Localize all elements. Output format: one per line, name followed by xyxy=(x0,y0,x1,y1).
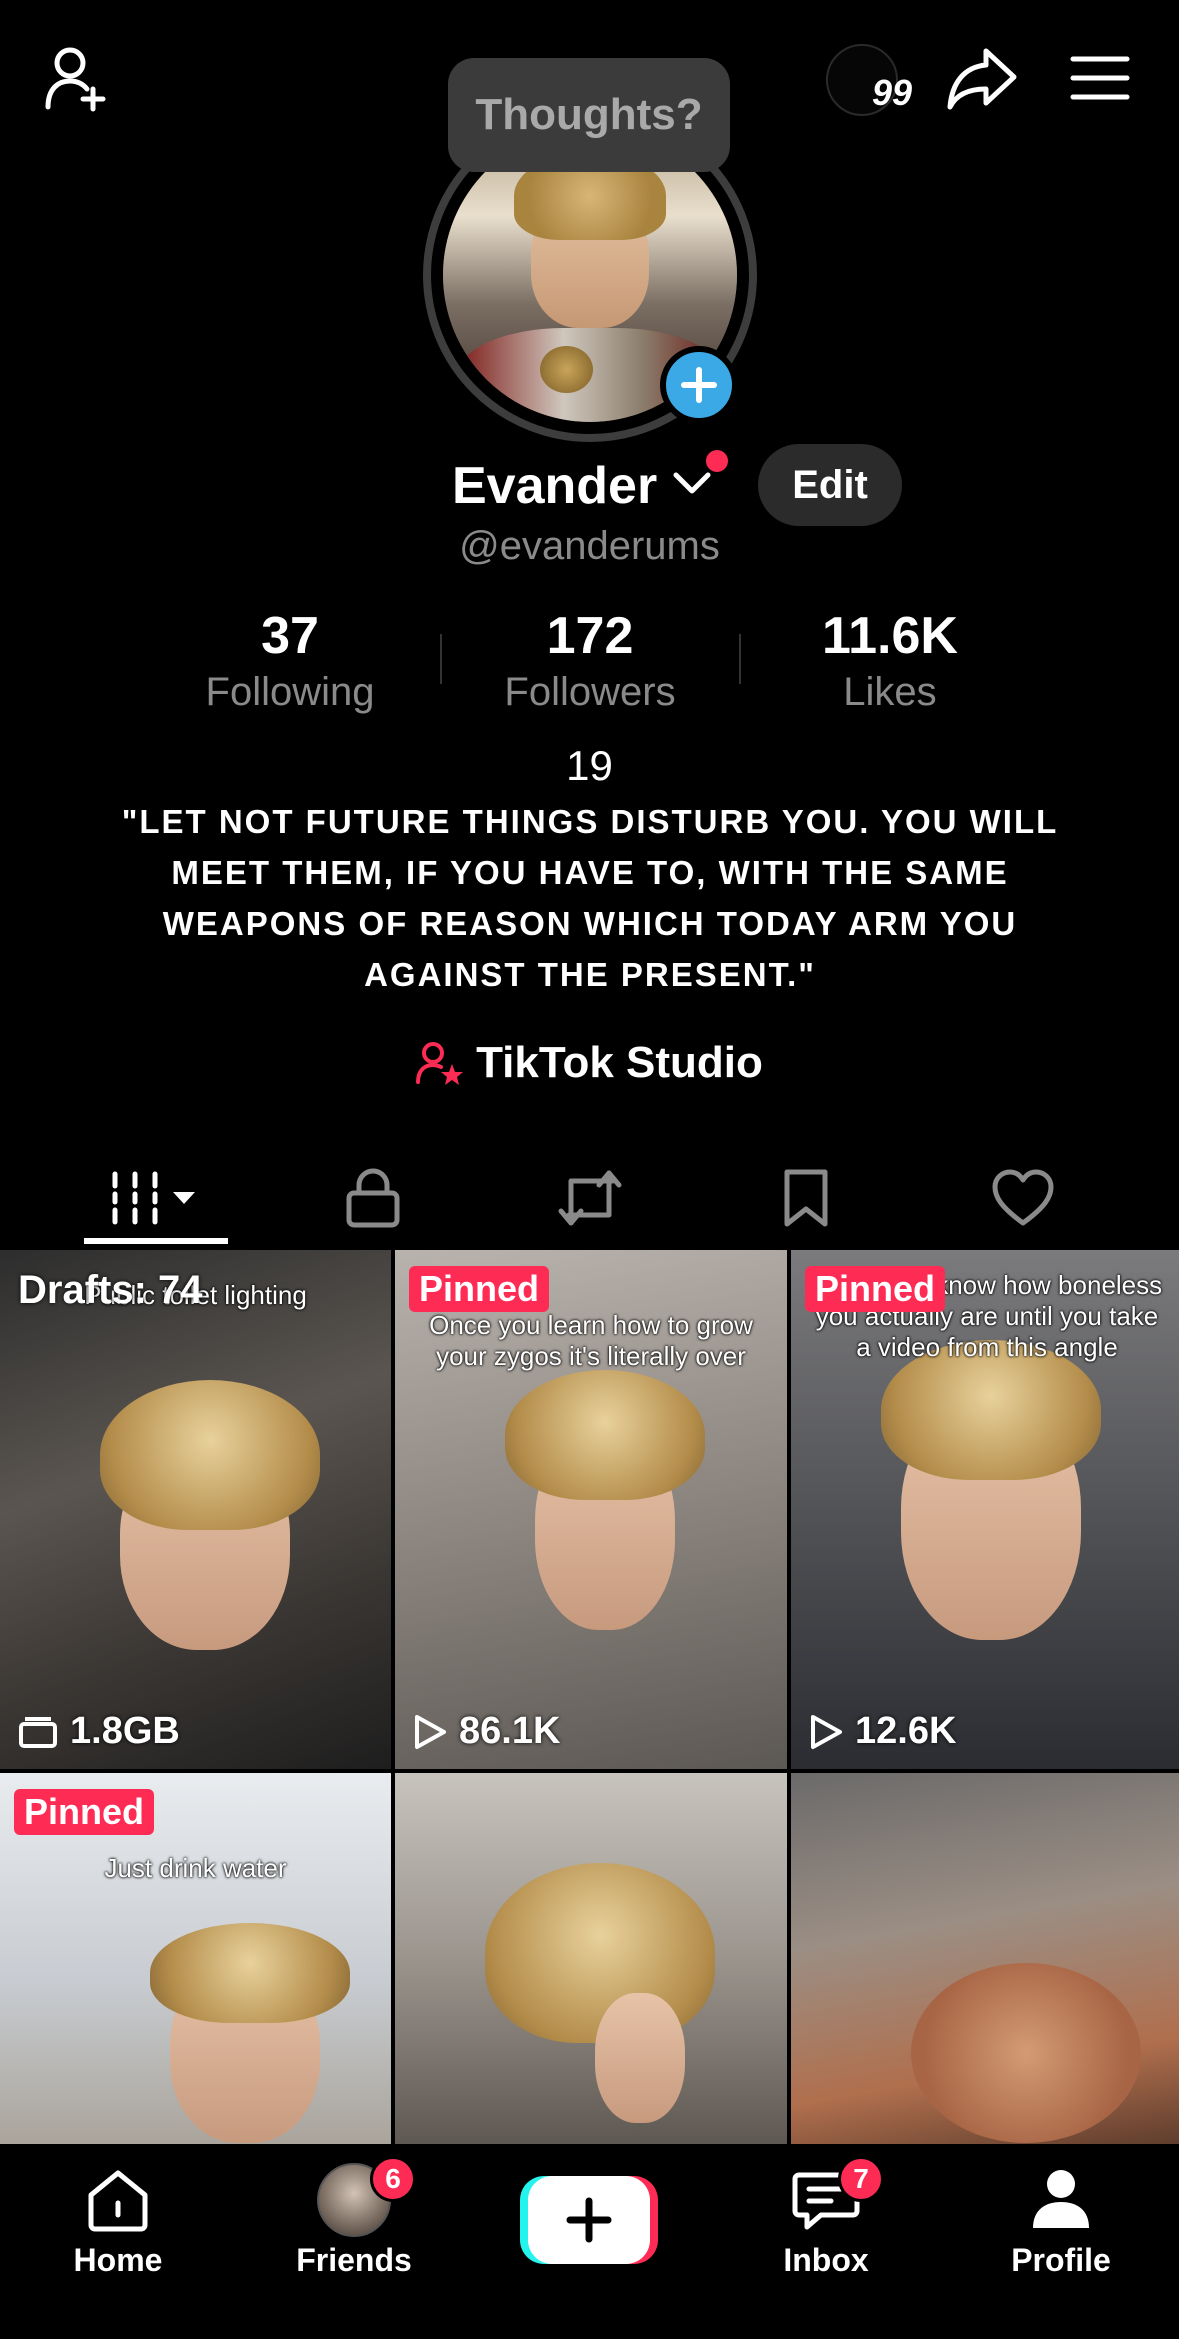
studio-label: TikTok Studio xyxy=(476,1038,763,1087)
thoughts-bubble[interactable]: Thoughts? xyxy=(448,58,730,172)
video-tile[interactable]: Once you learn how to grow your zygos it… xyxy=(395,1250,787,1769)
add-story-button[interactable] xyxy=(660,346,738,424)
profile-name[interactable]: Evander xyxy=(452,456,657,516)
drafts-icon xyxy=(19,1716,57,1748)
stat-following[interactable]: 37 Following xyxy=(170,606,410,715)
video-tile[interactable]: Just drink water Pinned xyxy=(0,1773,391,2144)
tab-reposts[interactable] xyxy=(515,1150,665,1246)
plus-icon xyxy=(566,2197,612,2243)
profile-handle: @evanderums xyxy=(459,524,720,568)
lock-icon xyxy=(346,1168,400,1228)
create-button[interactable] xyxy=(520,2176,658,2264)
video-tile[interactable] xyxy=(791,1773,1179,2144)
profile-tabs xyxy=(0,1150,1179,1250)
stat-label: Followers xyxy=(504,670,676,714)
bio-text: "Let not future things disturb you. You … xyxy=(121,803,1059,993)
tab-private[interactable] xyxy=(298,1150,448,1246)
nav-label: Home xyxy=(73,2242,163,2278)
plus-icon xyxy=(681,367,717,403)
inbox-badge: 7 xyxy=(838,2156,884,2202)
video-size: 1.8GB xyxy=(70,1710,180,1752)
menu-icon[interactable] xyxy=(1062,36,1138,120)
active-tab-indicator xyxy=(84,1238,228,1244)
nav-profile[interactable]: Profile xyxy=(971,2162,1151,2282)
play-icon xyxy=(415,1714,446,1749)
tiktok-studio-link[interactable]: TikTok Studio xyxy=(0,1038,1179,1088)
video-caption: Once you learn how to grow your zygos it… xyxy=(429,1310,753,1371)
nav-inbox[interactable]: 7 Inbox xyxy=(736,2156,916,2282)
add-friend-icon[interactable] xyxy=(36,36,120,120)
stat-label: Following xyxy=(205,670,375,714)
stat-value: 37 xyxy=(261,607,319,665)
divider xyxy=(440,634,442,684)
nav-label: Profile xyxy=(1011,2242,1111,2278)
play-icon xyxy=(811,1714,842,1749)
stat-followers[interactable]: 172 Followers xyxy=(470,606,710,715)
pinned-badge: Pinned xyxy=(409,1266,550,1312)
home-icon xyxy=(80,2162,156,2238)
pinned-badge: Pinned xyxy=(805,1266,946,1312)
bottom-nav: Home 6 Friends 7 Inbox Profile xyxy=(0,2144,1179,2339)
account-notification-dot xyxy=(706,450,728,472)
studio-icon xyxy=(416,1042,464,1085)
bio-number: 19 xyxy=(566,742,613,789)
heart-icon xyxy=(992,1169,1054,1226)
divider xyxy=(739,634,741,684)
nav-label: Inbox xyxy=(783,2242,869,2278)
video-meta: 1.8GB xyxy=(18,1710,180,1753)
friends-badge: 6 xyxy=(370,2156,416,2202)
view-count: 12.6K xyxy=(855,1710,957,1752)
name-row: Evander xyxy=(0,448,1179,524)
video-tile[interactable] xyxy=(395,1773,787,2144)
stat-value: 11.6K xyxy=(822,607,958,665)
bookmark-icon xyxy=(784,1169,828,1227)
stat-likes[interactable]: 11.6K Likes xyxy=(770,606,1010,715)
tab-videos[interactable] xyxy=(80,1150,230,1246)
nav-label: Friends xyxy=(296,2242,412,2278)
tab-liked[interactable] xyxy=(948,1150,1098,1246)
pinned-badge: Pinned xyxy=(14,1789,155,1835)
nav-friends[interactable]: 6 Friends xyxy=(264,2156,444,2282)
stat-label: Likes xyxy=(843,670,937,714)
chevron-down-icon[interactable] xyxy=(672,470,712,501)
profile-icon xyxy=(1023,2162,1099,2238)
edit-profile-button[interactable]: Edit xyxy=(758,444,902,526)
tab-favorites[interactable] xyxy=(731,1150,881,1246)
nav-home[interactable]: Home xyxy=(28,2162,208,2282)
view-count: 86.1K xyxy=(459,1710,561,1752)
video-caption: Just drink water xyxy=(104,1853,287,1883)
grid-icon xyxy=(112,1171,195,1225)
video-tile[interactable]: You never know how boneless you actually… xyxy=(791,1250,1179,1769)
video-meta: 86.1K xyxy=(413,1710,560,1753)
stat-value: 172 xyxy=(546,607,634,665)
streak-count: 99 xyxy=(872,72,913,113)
video-grid: Public toilet lighting Drafts: 74 1.8GB … xyxy=(0,1250,1179,2144)
drafts-label: Drafts: 74 xyxy=(18,1268,203,1312)
repost-icon xyxy=(558,1170,622,1226)
video-tile[interactable]: Public toilet lighting Drafts: 74 1.8GB xyxy=(0,1250,391,1769)
video-meta: 12.6K xyxy=(809,1710,956,1753)
share-icon[interactable] xyxy=(940,36,1024,120)
streak-indicator[interactable]: 99 xyxy=(822,40,922,120)
